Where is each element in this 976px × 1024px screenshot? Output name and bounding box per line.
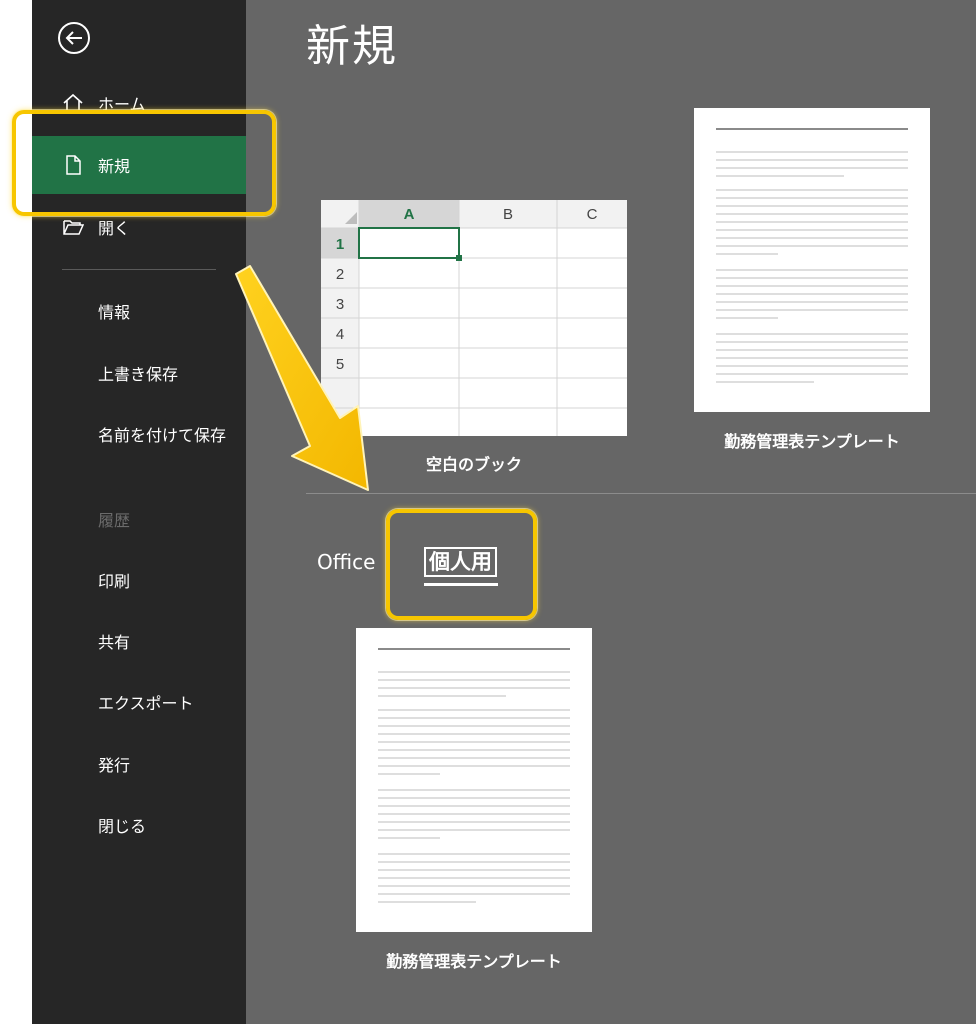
active-cell [358,227,460,259]
sidebar-item-history: 履歴 [98,511,131,530]
sidebar-item-export[interactable]: エクスポート [98,693,228,715]
row-header-label: 5 [336,356,344,373]
row-header-label: 3 [336,296,344,313]
home-icon [63,93,83,112]
page-title: 新規 [306,21,398,72]
sidebar-item-label: 開く [98,219,131,238]
template-label-document: 勤務管理表テンプレート [724,432,900,451]
sidebar-item-info[interactable]: 情報 [98,302,228,324]
row-header-label: 4 [336,326,344,343]
sidebar-item-share[interactable]: 共有 [98,632,228,654]
sidebar-item-open[interactable]: 開く [32,198,246,256]
row-header-label: 1 [336,236,344,253]
tab-personal-underline [424,583,498,586]
sidebar-item-new[interactable]: 新規 [32,136,246,194]
document-template-thumbnail[interactable] [694,108,930,412]
new-document-icon [66,155,81,175]
sidebar-item-publish[interactable]: 発行 [98,755,228,777]
back-button[interactable] [56,20,92,56]
back-arrow-icon [58,22,90,54]
column-header-label: A [404,206,415,223]
sidebar-item-label: 新規 [98,157,131,176]
sidebar-divider [62,269,216,270]
column-header-label: B [503,206,513,223]
sidebar-item-print[interactable]: 印刷 [98,571,228,593]
open-folder-icon [63,220,84,235]
sidebar-item-save-as[interactable]: 名前を付けて保存 [98,425,228,447]
document-lines-preview [378,648,570,903]
sidebar-item-close[interactable]: 閉じる [98,816,228,838]
tab-office[interactable]: Office [317,550,375,574]
tab-personal[interactable]: 個人用 [424,547,497,577]
personal-template-thumbnail[interactable] [356,628,592,932]
document-lines-preview [716,128,908,383]
column-header-label: C [587,206,598,223]
blank-workbook-template[interactable]: A B C 1 2 3 4 5 [321,200,627,439]
fill-handle [456,255,462,261]
template-label-blank-workbook: 空白のブック [425,455,522,474]
template-label-personal: 勤務管理表テンプレート [386,952,562,971]
sidebar-item-save[interactable]: 上書き保存 [98,364,228,386]
sidebar-item-home[interactable]: ホーム [32,74,246,132]
section-divider [306,493,976,494]
row-header-label: 2 [336,266,344,283]
backstage-main: 新規 A B C 1 2 3 4 5 空白のブック 勤務管理表テンプレート Office 個人… [246,0,976,1024]
backstage-sidebar: ホーム 新規 開く 情報 上書き保存 名前を付けて保存 履歴 印刷 共有 エクス… [32,0,246,1024]
sidebar-item-label: ホーム [98,95,146,114]
blank-workbook-grid: A B C 1 2 3 4 5 [321,200,627,439]
